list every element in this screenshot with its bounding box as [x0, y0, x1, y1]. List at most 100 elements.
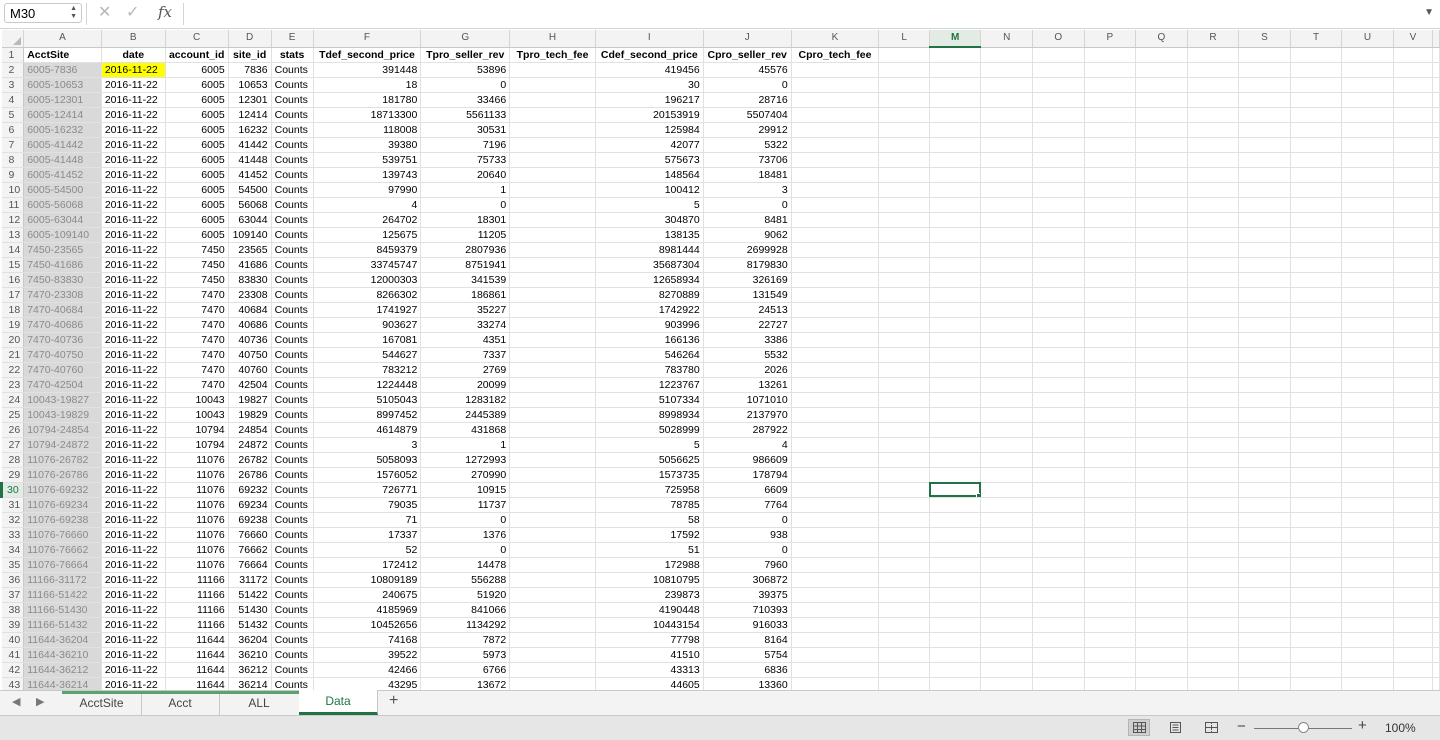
cell[interactable]	[791, 572, 880, 588]
cell[interactable]	[1341, 212, 1394, 228]
row-header[interactable]: 36	[1, 572, 25, 588]
cell[interactable]	[1238, 197, 1291, 213]
cell[interactable]: 6005-41452	[23, 167, 102, 183]
cell[interactable]	[1084, 152, 1137, 168]
cell[interactable]	[1084, 587, 1137, 603]
cell[interactable]: 11166	[165, 602, 229, 618]
cell[interactable]	[1032, 302, 1085, 318]
cell[interactable]: 986609	[703, 452, 792, 468]
cell[interactable]: 7960	[703, 557, 792, 573]
cell[interactable]	[878, 287, 930, 303]
cell[interactable]	[1084, 407, 1137, 423]
row-header[interactable]: 28	[1, 452, 25, 468]
cell[interactable]: 11166	[165, 572, 229, 588]
cell[interactable]: 19829	[228, 407, 272, 423]
cell[interactable]	[1238, 422, 1291, 438]
cell[interactable]	[929, 362, 982, 378]
cell[interactable]: 3	[703, 182, 792, 198]
cell[interactable]: 8270889	[595, 287, 704, 303]
cell[interactable]	[1290, 482, 1343, 498]
cell[interactable]: Cpro_tech_fee	[791, 47, 880, 63]
cell[interactable]	[791, 677, 880, 690]
cell[interactable]	[1135, 107, 1188, 123]
cell[interactable]	[1341, 167, 1394, 183]
cell[interactable]: 74168	[313, 632, 422, 648]
cell[interactable]	[1032, 512, 1085, 528]
cell[interactable]	[1393, 347, 1434, 363]
cell[interactable]	[1290, 407, 1343, 423]
cell[interactable]: 24872	[228, 437, 272, 453]
cell[interactable]: 138135	[595, 227, 704, 243]
cell[interactable]	[1290, 527, 1343, 543]
cell[interactable]	[791, 362, 880, 378]
cell[interactable]	[1135, 77, 1188, 93]
cell[interactable]: 0	[703, 197, 792, 213]
cell[interactable]	[1084, 197, 1137, 213]
cell[interactable]	[1084, 542, 1137, 558]
cell[interactable]: 326169	[703, 272, 792, 288]
cell[interactable]	[878, 317, 930, 333]
cell[interactable]: 5028999	[595, 422, 704, 438]
cell[interactable]	[929, 587, 982, 603]
cell[interactable]	[1393, 257, 1434, 273]
cell[interactable]	[1341, 437, 1394, 453]
cell[interactable]: 52	[313, 542, 422, 558]
cell[interactable]	[1187, 407, 1240, 423]
cell[interactable]	[1187, 347, 1240, 363]
cell[interactable]	[791, 482, 880, 498]
cell[interactable]	[1341, 392, 1394, 408]
cell[interactable]: 903996	[595, 317, 704, 333]
cell[interactable]: 2137970	[703, 407, 792, 423]
cell[interactable]	[1393, 137, 1434, 153]
cell[interactable]	[1135, 482, 1188, 498]
cell[interactable]: Counts	[271, 467, 314, 483]
cell[interactable]	[929, 107, 982, 123]
cell[interactable]	[1393, 407, 1434, 423]
cell[interactable]	[980, 632, 1034, 648]
cell[interactable]	[791, 212, 880, 228]
cell[interactable]	[1238, 632, 1291, 648]
cell[interactable]: Tpro_seller_rev	[420, 47, 511, 63]
column-header-m[interactable]: M	[929, 30, 982, 48]
cell[interactable]: 51430	[228, 602, 272, 618]
cell[interactable]	[509, 242, 596, 258]
cell[interactable]	[1084, 392, 1137, 408]
cell[interactable]	[1341, 527, 1394, 543]
cell[interactable]	[929, 212, 982, 228]
cell[interactable]	[1084, 167, 1137, 183]
row-header[interactable]: 3	[1, 77, 25, 93]
cell[interactable]: 8481	[703, 212, 792, 228]
cell[interactable]: 5056625	[595, 452, 704, 468]
cell[interactable]	[1238, 497, 1291, 513]
cell[interactable]	[878, 347, 930, 363]
cell[interactable]	[1393, 662, 1434, 678]
cell[interactable]	[1341, 242, 1394, 258]
cell[interactable]	[1393, 197, 1434, 213]
cell[interactable]	[1341, 302, 1394, 318]
cell[interactable]: 1741927	[313, 302, 422, 318]
cell[interactable]	[1290, 257, 1343, 273]
cell[interactable]	[791, 107, 880, 123]
cell[interactable]	[509, 122, 596, 138]
cell[interactable]	[1238, 137, 1291, 153]
row-header[interactable]: 25	[1, 407, 25, 423]
zoom-out-button[interactable]: −	[1237, 718, 1246, 735]
cell[interactable]	[929, 152, 982, 168]
cell[interactable]: 7470-40760	[23, 362, 102, 378]
cell[interactable]: 2016-11-22	[101, 587, 166, 603]
row-header[interactable]: 17	[1, 287, 25, 303]
cell[interactable]: 7470	[165, 302, 229, 318]
cell[interactable]: 40750	[228, 347, 272, 363]
cell[interactable]	[791, 287, 880, 303]
cell[interactable]	[1393, 227, 1434, 243]
cell[interactable]: 54500	[228, 182, 272, 198]
cell[interactable]	[1393, 647, 1434, 663]
cell[interactable]	[509, 632, 596, 648]
cell[interactable]: 2016-11-22	[101, 422, 166, 438]
cell[interactable]	[878, 602, 930, 618]
cell[interactable]: 2445389	[420, 407, 511, 423]
cell[interactable]	[1084, 482, 1137, 498]
cell[interactable]	[929, 302, 982, 318]
cell[interactable]	[791, 632, 880, 648]
cell[interactable]	[1238, 572, 1291, 588]
